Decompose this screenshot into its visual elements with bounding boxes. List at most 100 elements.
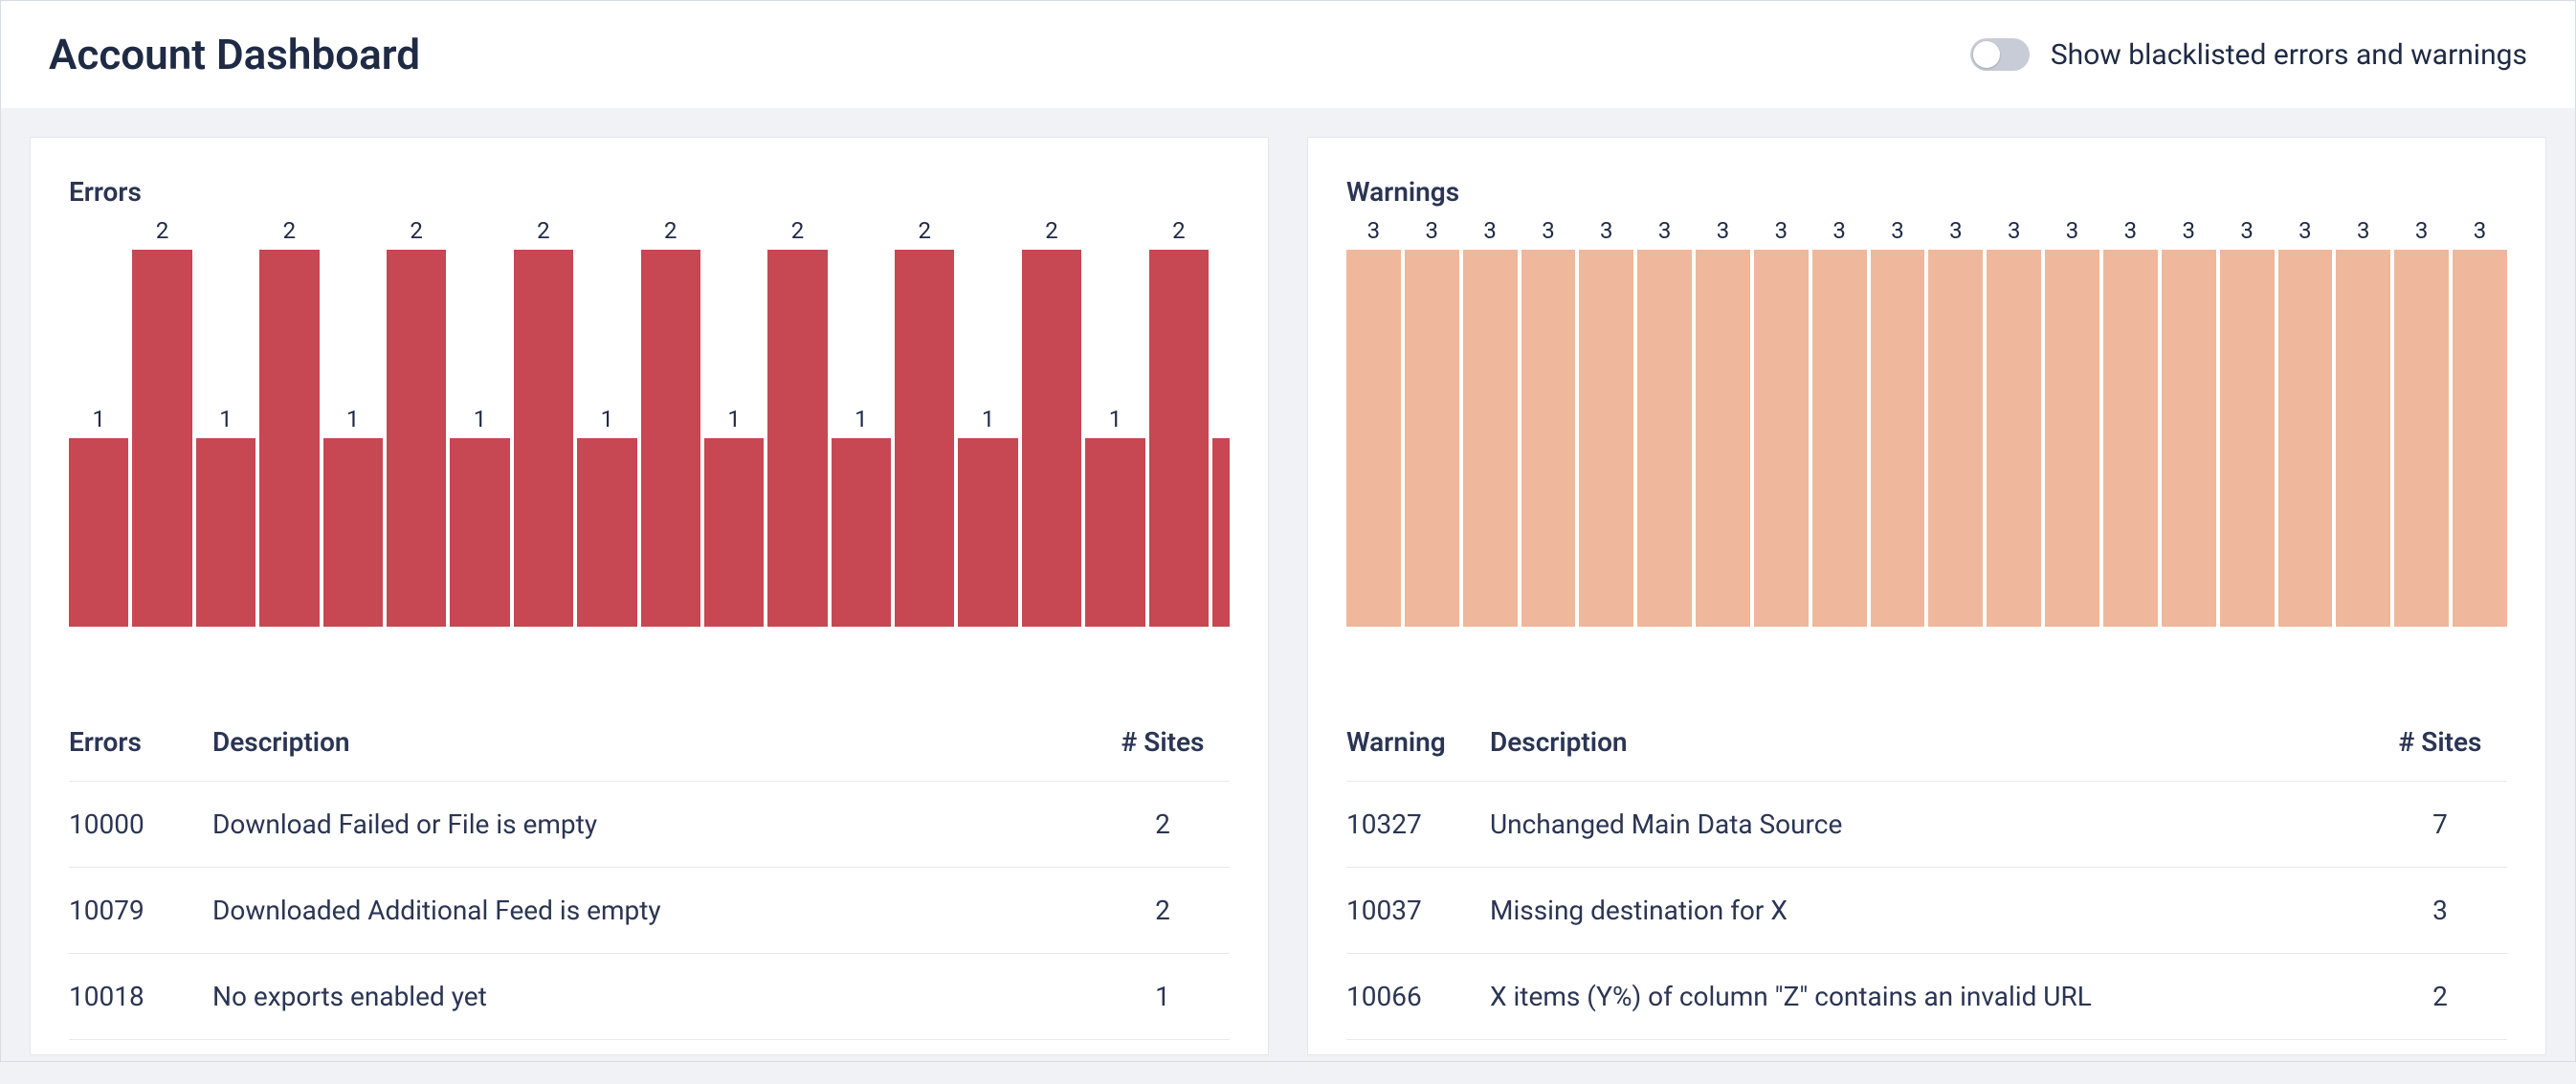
warnings-bar[interactable]: 3 <box>2336 215 2390 627</box>
warnings-table-row[interactable]: 10066X items (Y%) of column "Z" contains… <box>1346 954 2507 1040</box>
warnings-bar-fill <box>2045 250 2099 627</box>
warnings-bar[interactable]: 3 <box>2394 215 2449 627</box>
warnings-panel-title: Warnings <box>1346 176 2507 208</box>
errors-row-code: 10079 <box>69 895 212 926</box>
warnings-bar-label: 3 <box>1754 217 1809 250</box>
errors-bar-label: 1 <box>577 406 636 438</box>
errors-table-row[interactable]: 10018No exports enabled yet1 <box>69 954 1230 1040</box>
errors-col-sites-header: # Sites <box>1096 726 1230 758</box>
errors-bar-label: 2 <box>1149 217 1209 250</box>
errors-bar-fill <box>958 438 1017 627</box>
warnings-bar-fill <box>2162 250 2216 627</box>
warnings-row-sites: 3 <box>2373 895 2507 926</box>
errors-bar[interactable]: 2 <box>641 215 700 627</box>
warnings-bar-fill <box>2278 250 2333 627</box>
warnings-bar-fill <box>2394 250 2449 627</box>
warnings-bar[interactable]: 3 <box>1637 215 1692 627</box>
warnings-bar[interactable]: 3 <box>2453 215 2507 627</box>
errors-bar[interactable]: 1 <box>832 215 891 627</box>
errors-bar-label: 1 <box>69 406 128 438</box>
errors-row-desc: Downloaded Additional Feed is empty <box>212 895 1096 926</box>
errors-bar[interactable]: 2 <box>767 215 827 627</box>
warnings-row-code: 10066 <box>1346 981 1490 1012</box>
errors-bar[interactable]: 2 <box>1149 215 1209 627</box>
warnings-bar[interactable]: 3 <box>2162 215 2216 627</box>
warnings-bar-label: 3 <box>1521 217 1576 250</box>
errors-bar[interactable]: 2 <box>132 215 191 627</box>
warnings-bar[interactable]: 3 <box>1928 215 1983 627</box>
warnings-bar[interactable]: 3 <box>1987 215 2041 627</box>
errors-bar[interactable]: 1 <box>450 215 509 627</box>
warnings-bar[interactable]: 3 <box>1521 215 1576 627</box>
errors-bar[interactable]: 2 <box>387 215 446 627</box>
errors-bar[interactable]: 2 <box>259 215 319 627</box>
errors-bar-label <box>1212 404 1230 438</box>
warnings-bar[interactable]: 3 <box>1346 215 1401 627</box>
warnings-bar[interactable]: 3 <box>1754 215 1809 627</box>
errors-bar-fill <box>1149 250 1209 627</box>
errors-bar-label: 2 <box>132 217 191 250</box>
warnings-bar[interactable]: 3 <box>2045 215 2099 627</box>
warnings-col-desc-header: Description <box>1490 726 2373 758</box>
errors-bar-fill <box>387 250 446 627</box>
errors-bar[interactable]: 1 <box>323 215 383 627</box>
warnings-bar[interactable]: 3 <box>1696 215 1750 627</box>
warnings-bar[interactable]: 3 <box>2103 215 2158 627</box>
warnings-bar-label: 3 <box>2103 217 2158 250</box>
errors-table-row[interactable]: 10000Download Failed or File is empty2 <box>69 782 1230 868</box>
errors-bar-fill <box>1022 250 1081 627</box>
blacklist-toggle[interactable] <box>1970 38 2030 71</box>
errors-bar[interactable]: 2 <box>895 215 954 627</box>
warnings-bar[interactable]: 3 <box>2220 215 2275 627</box>
warnings-bar[interactable]: 3 <box>1463 215 1518 627</box>
warnings-row-desc: Missing destination for X <box>1490 895 2373 926</box>
warnings-bar[interactable]: 3 <box>1812 215 1867 627</box>
errors-bar[interactable] <box>1212 215 1230 627</box>
errors-bar[interactable]: 2 <box>514 215 573 627</box>
errors-bar-label: 1 <box>958 406 1017 438</box>
warnings-bar[interactable]: 3 <box>1871 215 1925 627</box>
errors-bar[interactable]: 1 <box>958 215 1017 627</box>
errors-bar-fill <box>132 250 191 627</box>
warnings-bar[interactable]: 3 <box>1579 215 1633 627</box>
errors-bar[interactable]: 1 <box>577 215 636 627</box>
blacklist-toggle-label: Show blacklisted errors and warnings <box>2051 38 2527 72</box>
warnings-bar-label: 3 <box>2162 217 2216 250</box>
warnings-bar-fill <box>1812 250 1867 627</box>
errors-panel-title: Errors <box>69 176 1230 208</box>
errors-bar-fill <box>69 438 128 627</box>
warnings-bar[interactable]: 3 <box>1405 215 1459 627</box>
errors-table-row[interactable]: 10079Downloaded Additional Feed is empty… <box>69 868 1230 954</box>
errors-bar[interactable]: 1 <box>1085 215 1144 627</box>
warnings-bar[interactable]: 3 <box>2278 215 2333 627</box>
errors-bar-fill <box>323 438 383 627</box>
warnings-table-row[interactable]: 10327Unchanged Main Data Source7 <box>1346 782 2507 868</box>
errors-bar-fill <box>196 438 255 627</box>
errors-bar-fill <box>1085 438 1144 627</box>
errors-bar[interactable]: 2 <box>1022 215 1081 627</box>
errors-bar-label: 1 <box>832 406 891 438</box>
errors-bar-fill <box>450 438 509 627</box>
errors-bar-label: 1 <box>323 406 383 438</box>
warnings-bar-label: 3 <box>2278 217 2333 250</box>
warnings-row-code: 10037 <box>1346 895 1490 926</box>
errors-row-code: 10000 <box>69 808 212 840</box>
errors-bar-label: 1 <box>196 406 255 438</box>
errors-col-desc-header: Description <box>212 726 1096 758</box>
warnings-bar-label: 3 <box>2045 217 2099 250</box>
warnings-chart: 33333333333333333333 <box>1346 215 2507 627</box>
warnings-row-sites: 2 <box>2373 981 2507 1012</box>
warnings-bar-fill <box>2220 250 2275 627</box>
errors-bar[interactable]: 1 <box>69 215 128 627</box>
blacklist-toggle-wrap: Show blacklisted errors and warnings <box>1970 38 2527 72</box>
warnings-bar-label: 3 <box>1637 217 1692 250</box>
warnings-bar-fill <box>1463 250 1518 627</box>
warnings-table-row[interactable]: 10037Missing destination for X3 <box>1346 868 2507 954</box>
errors-bar[interactable]: 1 <box>704 215 764 627</box>
warnings-bar-label: 3 <box>1871 217 1925 250</box>
errors-bar[interactable]: 1 <box>196 215 255 627</box>
errors-row-desc: Download Failed or File is empty <box>212 808 1096 840</box>
errors-bar-fill <box>767 250 827 627</box>
errors-bar-label: 2 <box>1022 217 1081 250</box>
warnings-col-sites-header: # Sites <box>2373 726 2507 758</box>
